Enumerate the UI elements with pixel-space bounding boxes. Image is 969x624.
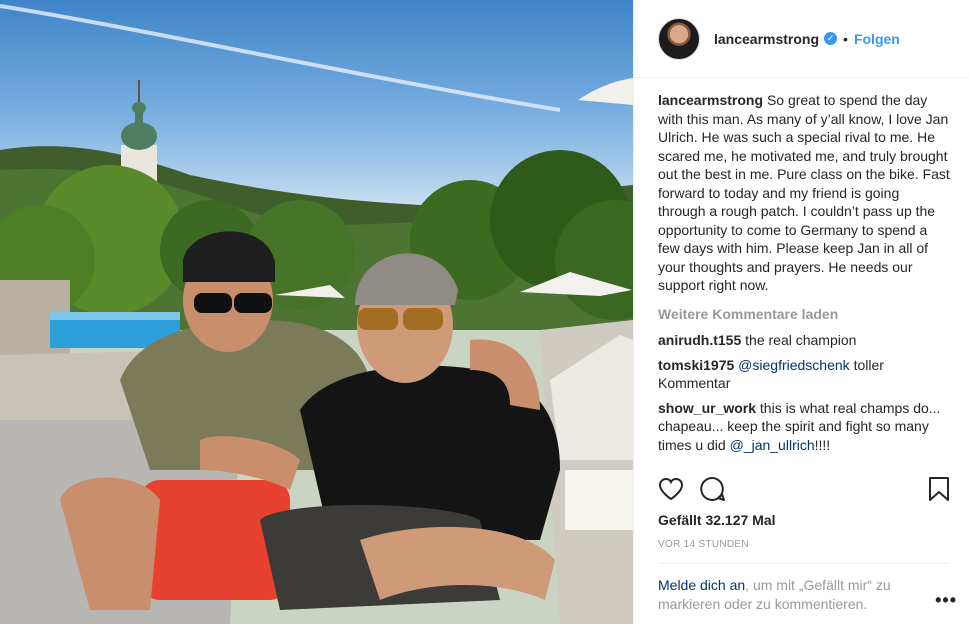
comment-item: anirudh.t155 the real champion bbox=[658, 331, 950, 350]
follow-button[interactable]: Folgen bbox=[854, 31, 900, 47]
post-header: lancearmstrong ✓ • Folgen bbox=[634, 0, 969, 78]
comment-username[interactable]: show_ur_work bbox=[658, 400, 756, 416]
caption-username[interactable]: lancearmstrong bbox=[658, 92, 763, 108]
comment-username[interactable]: tomski1975 bbox=[658, 357, 734, 373]
caption-text: So great to spend the day with this man.… bbox=[658, 92, 950, 293]
avatar[interactable] bbox=[658, 17, 700, 60]
post-timestamp[interactable]: VOR 14 STUNDEN bbox=[658, 539, 749, 550]
header-username[interactable]: lancearmstrong bbox=[714, 31, 819, 47]
verified-badge-icon: ✓ bbox=[824, 32, 838, 45]
comment-suffix: !!!! bbox=[814, 436, 831, 453]
divider bbox=[658, 563, 950, 564]
caption: lancearmstrong So great to spend the day… bbox=[658, 91, 950, 295]
comment-icon[interactable] bbox=[700, 476, 726, 502]
comment-item: show_ur_work this is what real champs do… bbox=[658, 399, 950, 455]
action-bar bbox=[658, 474, 950, 504]
photo-scene bbox=[0, 4, 633, 624]
comment-mention-link[interactable]: @siegfriedschenk bbox=[738, 357, 850, 373]
comment-item: tomski1975 @siegfriedschenk toller Komme… bbox=[658, 356, 950, 393]
comments-section: lancearmstrong So great to spend the day… bbox=[658, 91, 950, 460]
comment-username[interactable]: anirudh.t155 bbox=[658, 332, 741, 348]
comment-text: the real champion bbox=[745, 332, 857, 348]
post-sidebar: lancearmstrong ✓ • Folgen lancearmstrong… bbox=[633, 0, 969, 624]
login-link[interactable]: Melde dich an bbox=[658, 577, 745, 593]
more-options-button[interactable]: ••• bbox=[935, 590, 957, 611]
post-photo[interactable] bbox=[0, 0, 633, 624]
heart-icon[interactable] bbox=[658, 477, 684, 501]
bookmark-icon[interactable] bbox=[928, 476, 950, 502]
likes-count[interactable]: Gefällt 32.127 Mal bbox=[658, 512, 776, 528]
header-separator: • bbox=[843, 30, 848, 47]
comment-mention-link[interactable]: @_jan_ullrich bbox=[730, 437, 815, 453]
load-more-comments-button[interactable]: Weitere Kommentare laden bbox=[658, 305, 950, 324]
login-prompt: Melde dich an, um mit „Gefällt mir“ zu m… bbox=[658, 576, 928, 614]
